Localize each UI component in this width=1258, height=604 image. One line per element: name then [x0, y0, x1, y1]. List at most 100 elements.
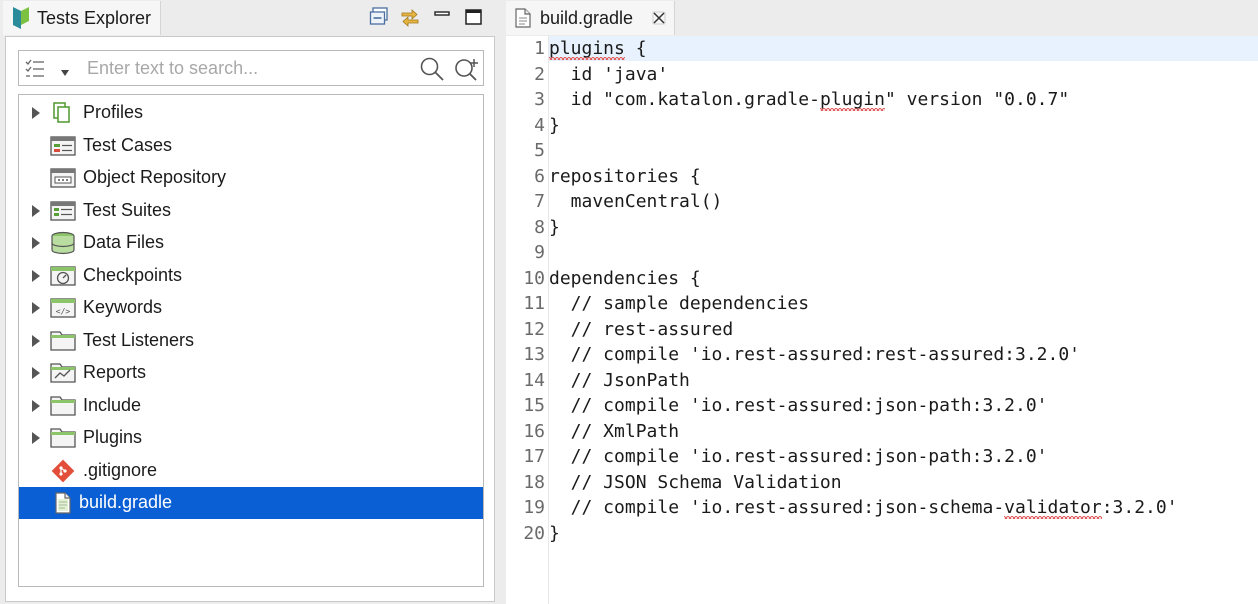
tree-item-profiles[interactable]: Profiles	[19, 97, 483, 129]
test-suites-icon	[49, 199, 77, 223]
tree-item-label: Test Listeners	[83, 329, 195, 350]
tree-item-label: Plugins	[83, 427, 143, 447]
code-line: // compile 'io.rest-assured:json-schema-…	[549, 497, 1178, 518]
line-number: 5	[534, 140, 545, 161]
editor-tab-label: build.gradle	[540, 8, 634, 28]
search-icon[interactable]	[419, 56, 445, 87]
tree-item-plugins[interactable]: Plugins	[19, 422, 483, 454]
tab-build-gradle[interactable]: build.gradle	[506, 1, 675, 35]
filter-checklist-icon[interactable]	[24, 58, 46, 85]
folder-icon	[49, 426, 77, 450]
code-line: id "com.katalon.gradle-plugin" version "…	[549, 89, 1070, 110]
tests-explorer-panel: Tests Explorer Enter text to search... P…	[0, 0, 497, 604]
minimize-icon[interactable]	[432, 6, 454, 28]
search-input[interactable]	[87, 55, 417, 81]
file-icon	[515, 8, 531, 33]
code-editor[interactable]: 1 2 3 4 5 6 7 8 9 10 11 12 13 14 15 16 17 18 19 20 plugins …	[506, 36, 1258, 604]
line-number: 12	[523, 318, 545, 340]
line-number: 15	[523, 395, 545, 416]
tree-item-build-gradle[interactable]: build.gradle	[19, 487, 483, 519]
collapse-all-icon[interactable]	[369, 6, 391, 28]
tab-label: Tests Explorer	[37, 8, 152, 28]
code-line: // JsonPath	[549, 369, 690, 391]
line-number: 11	[523, 293, 545, 314]
code-line: // rest-assured	[549, 318, 734, 340]
folder-icon	[49, 329, 77, 353]
code-line: // sample dependencies	[549, 293, 810, 314]
tree-item-keywords[interactable]: </> Keywords	[19, 292, 483, 324]
line-number: 8	[534, 216, 545, 238]
line-number: 18	[523, 471, 545, 493]
explorer-body: Profiles Test Cases Object Repository Test …	[5, 36, 495, 602]
git-icon	[49, 459, 77, 483]
chevron-down-icon[interactable]	[60, 64, 70, 82]
test-cases-icon	[49, 134, 77, 158]
maximize-icon[interactable]	[463, 6, 485, 28]
line-number: 9	[534, 242, 545, 263]
line-number: 10	[523, 267, 545, 289]
line-number: 2	[534, 63, 545, 85]
close-icon[interactable]	[652, 11, 666, 30]
expand-arrow-icon[interactable]	[31, 106, 41, 125]
expand-arrow-icon[interactable]	[31, 399, 41, 418]
tree-item-gitignore[interactable]: .gitignore	[19, 455, 483, 487]
tree-item-object-repository[interactable]: Object Repository	[19, 162, 483, 194]
code-line: id 'java'	[549, 63, 669, 85]
tree-item-label: .gitignore	[83, 459, 158, 480]
tree-item-label: Include	[83, 394, 142, 415]
line-number: 7	[534, 191, 545, 212]
line-number: 6	[534, 165, 545, 187]
line-number: 4	[534, 114, 545, 136]
file-icon	[49, 491, 77, 515]
expand-arrow-icon[interactable]	[31, 269, 41, 288]
tree-item-label: Test Cases	[83, 134, 173, 155]
code-line: }	[549, 114, 560, 136]
code-line: }	[549, 522, 560, 544]
search-box	[18, 50, 484, 86]
expand-arrow-icon[interactable]	[31, 204, 41, 223]
expand-arrow-icon[interactable]	[31, 366, 41, 385]
tree-item-test-listeners[interactable]: Test Listeners	[19, 325, 483, 357]
profiles-icon	[49, 101, 77, 125]
line-number: 20	[523, 522, 545, 544]
svg-text:</>: </>	[56, 307, 71, 316]
line-number: 19	[523, 497, 545, 518]
code-line: dependencies {	[549, 267, 701, 289]
checkpoints-icon	[49, 264, 77, 288]
data-files-icon	[49, 231, 77, 255]
code-line: }	[549, 216, 560, 238]
expand-arrow-icon[interactable]	[31, 301, 41, 320]
tree-item-checkpoints[interactable]: Checkpoints	[19, 260, 483, 292]
tree-item-data-files[interactable]: Data Files	[19, 227, 483, 259]
expand-arrow-icon[interactable]	[31, 431, 41, 450]
line-number: 13	[523, 344, 545, 365]
project-tree: Profiles Test Cases Object Repository Test …	[18, 94, 484, 587]
reports-icon	[49, 361, 77, 385]
tree-item-label: build.gradle	[79, 492, 173, 512]
expand-arrow-icon[interactable]	[31, 236, 41, 255]
folder-icon	[49, 394, 77, 418]
object-repository-icon	[49, 166, 77, 190]
code-line: mavenCentral()	[549, 191, 723, 212]
tree-item-test-cases[interactable]: Test Cases	[19, 130, 483, 162]
line-number: 17	[523, 446, 545, 467]
line-number: 16	[523, 420, 545, 442]
tree-item-label: Keywords	[83, 297, 163, 317]
code-line: // JSON Schema Validation	[549, 471, 842, 493]
line-number-gutter: 1 2 3 4 5 6 7 8 9 10 11 12 13 14 15 16 17 18 19 20	[506, 36, 549, 604]
code-line: plugins {	[549, 36, 1258, 61]
tree-item-label: Object Repository	[83, 167, 227, 187]
tree-item-label: Test Suites	[83, 199, 172, 220]
tree-item-include[interactable]: Include	[19, 390, 483, 422]
tree-item-reports[interactable]: Reports	[19, 357, 483, 389]
code-line: // compile 'io.rest-assured:json-path:3.…	[549, 395, 1048, 416]
link-with-editor-icon[interactable]	[399, 6, 421, 28]
tree-item-test-suites[interactable]: Test Suites	[19, 195, 483, 227]
line-number: 14	[523, 369, 545, 391]
line-number: 3	[534, 89, 545, 110]
tab-tests-explorer[interactable]: Tests Explorer	[3, 1, 161, 35]
advanced-search-icon[interactable]	[453, 56, 481, 87]
expand-arrow-icon[interactable]	[31, 334, 41, 353]
